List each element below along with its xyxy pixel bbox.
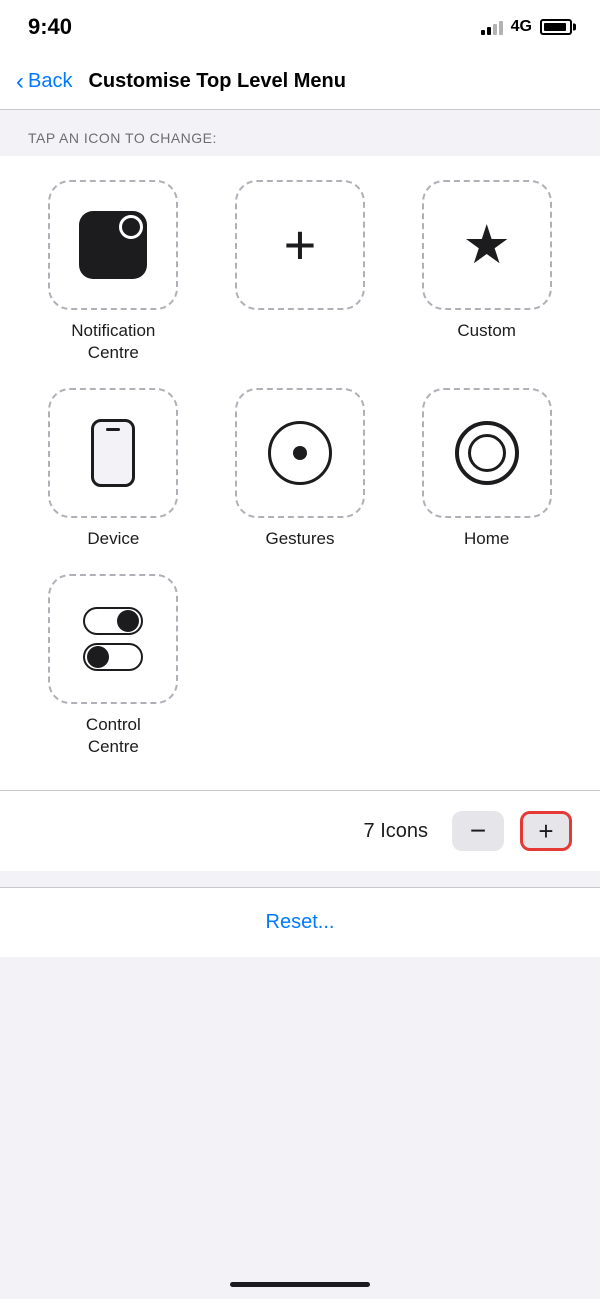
status-icons: 4G [481,18,572,36]
back-chevron-icon: ‹ [16,70,24,94]
back-button[interactable]: ‹ Back [16,70,72,94]
add-plus-icon: + [284,217,317,273]
increase-icons-button[interactable]: + [520,811,572,851]
icon-box-custom[interactable]: ★ [422,180,552,310]
icon-label-gestures: Gestures [266,528,335,550]
nav-bar: ‹ Back Customise Top Level Menu [0,54,600,110]
bottom-area [0,957,600,1157]
home-indicator [230,1282,370,1287]
battery-icon [540,19,572,35]
status-time: 9:40 [28,14,72,40]
toggle-on [83,607,143,635]
reset-section: Reset... [0,887,600,957]
icon-box-add[interactable]: + [235,180,365,310]
plus-icon: + [538,816,553,847]
section-header: TAP AN ICON TO CHANGE: [0,110,600,156]
bottom-toolbar: 7 Icons − + [0,791,600,871]
icons-section: NotificationCentre + ★ Custom Device [0,156,600,790]
toggle-off [83,643,143,671]
icon-label-notification-centre: NotificationCentre [71,320,155,364]
icon-box-notification-centre[interactable] [48,180,178,310]
minus-icon: − [470,815,486,847]
icon-cell-home[interactable]: Home [401,388,572,550]
icon-box-device[interactable] [48,388,178,518]
icon-label-device: Device [87,528,139,550]
status-bar: 9:40 4G [0,0,600,54]
icon-cell-device[interactable]: Device [28,388,199,550]
icon-cell-empty-2 [401,574,572,758]
reset-button[interactable]: Reset... [266,911,335,934]
home-circle-icon [455,421,519,485]
icon-box-gestures[interactable] [235,388,365,518]
icon-label-control-centre: ControlCentre [86,714,141,758]
icon-label-custom: Custom [457,320,516,342]
device-phone-icon [91,419,135,487]
control-centre-icon [83,607,143,671]
gestures-circle-icon [268,421,332,485]
decrease-icons-button[interactable]: − [452,811,504,851]
icon-box-home[interactable] [422,388,552,518]
icon-cell-notification-centre[interactable]: NotificationCentre [28,180,199,364]
network-label: 4G [511,18,532,36]
icon-cell-add[interactable]: + [215,180,386,364]
icon-cell-gestures[interactable]: Gestures [215,388,386,550]
back-label: Back [28,70,72,93]
icon-cell-control-centre[interactable]: ControlCentre [28,574,199,758]
icon-cell-empty-1 [215,574,386,758]
icon-cell-custom[interactable]: ★ Custom [401,180,572,364]
icon-box-control-centre[interactable] [48,574,178,704]
custom-star-icon: ★ [462,218,510,272]
icons-grid: NotificationCentre + ★ Custom Device [28,180,572,758]
page-title: Customise Top Level Menu [88,70,345,93]
notification-centre-icon [79,211,147,279]
gestures-dot [293,446,307,460]
home-inner-circle [468,434,506,472]
signal-icon [481,19,503,35]
icons-count: 7 Icons [364,820,428,843]
icon-label-home: Home [464,528,509,550]
